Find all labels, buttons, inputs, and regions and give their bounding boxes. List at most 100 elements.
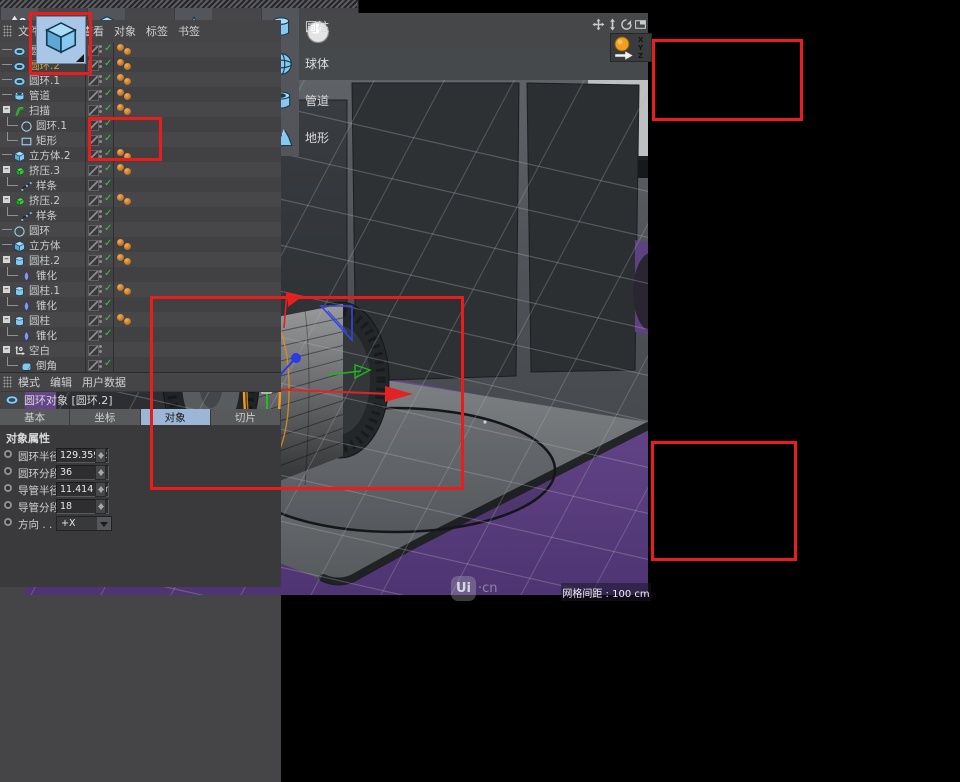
material-tag-icon[interactable] bbox=[117, 89, 124, 96]
viewport-rotate-icon[interactable] bbox=[620, 16, 633, 29]
tab-坐标[interactable]: 坐标 bbox=[70, 409, 140, 425]
visibility-dots[interactable] bbox=[99, 210, 103, 219]
enabled-check-icon[interactable]: ✓ bbox=[104, 208, 112, 219]
visibility-dots[interactable] bbox=[99, 120, 103, 129]
material-tag-icon[interactable] bbox=[117, 149, 124, 156]
am-menu-用户数据[interactable]: 用户数据 bbox=[82, 374, 126, 390]
enabled-check-icon[interactable]: ✓ bbox=[104, 178, 112, 189]
material-tag-icon[interactable] bbox=[117, 254, 124, 261]
visibility-dots[interactable] bbox=[99, 165, 103, 174]
layer-chip[interactable] bbox=[88, 165, 99, 176]
object-row-立方体.2[interactable]: 立方体.2✓ bbox=[0, 147, 281, 162]
layer-chip[interactable] bbox=[88, 360, 99, 371]
panel-grip-icon[interactable] bbox=[3, 25, 12, 37]
material-tag-icon[interactable] bbox=[124, 258, 131, 265]
enabled-check-icon[interactable]: ✓ bbox=[104, 58, 112, 69]
material-tag-icon[interactable] bbox=[117, 44, 124, 51]
layer-chip[interactable] bbox=[88, 210, 99, 221]
object-row-空白[interactable]: –0空白 bbox=[0, 342, 281, 357]
coordinate-system-widget[interactable]: X Y Z bbox=[610, 33, 652, 62]
object-label[interactable]: 圆环.1 bbox=[29, 73, 60, 88]
object-row-扫描[interactable]: –扫描✓ bbox=[0, 102, 281, 117]
enabled-check-icon[interactable]: ✓ bbox=[104, 148, 112, 159]
visibility-dots[interactable] bbox=[99, 225, 103, 234]
layer-chip[interactable] bbox=[88, 315, 99, 326]
chevron-down-icon[interactable] bbox=[97, 517, 111, 530]
layer-chip[interactable] bbox=[88, 135, 99, 146]
layer-chip[interactable] bbox=[88, 300, 99, 311]
visibility-dots[interactable] bbox=[99, 345, 103, 354]
object-label[interactable]: 圆环 bbox=[29, 223, 50, 238]
visibility-dots[interactable] bbox=[99, 150, 103, 159]
object-label[interactable]: 锥化 bbox=[36, 298, 57, 313]
viewport-maximize-icon[interactable] bbox=[634, 16, 647, 29]
primitive-cube-tool-button[interactable] bbox=[36, 16, 86, 64]
layer-chip[interactable] bbox=[88, 45, 99, 56]
expand-toggle-icon[interactable]: – bbox=[2, 165, 11, 174]
object-row-样条[interactable]: 样条 ✓ bbox=[0, 177, 281, 192]
material-tag-icon[interactable] bbox=[117, 314, 124, 321]
enabled-check-icon[interactable]: ✓ bbox=[104, 253, 112, 264]
object-row-样条[interactable]: 样条 ✓ bbox=[0, 207, 281, 222]
material-tag-icon[interactable] bbox=[117, 194, 124, 201]
object-row-倒角[interactable]: 倒角✓ bbox=[0, 357, 281, 372]
object-row-圆环.1[interactable]: 圆环.1✓ bbox=[0, 72, 281, 87]
object-label[interactable]: 扫描 bbox=[29, 103, 50, 118]
keyframe-radio[interactable] bbox=[4, 518, 12, 526]
visibility-dots[interactable] bbox=[99, 285, 103, 294]
layer-chip[interactable] bbox=[88, 120, 99, 131]
material-tag-icon[interactable] bbox=[124, 288, 131, 295]
layer-chip[interactable] bbox=[88, 270, 99, 281]
expand-toggle-icon[interactable]: – bbox=[2, 315, 11, 324]
object-row-立方体[interactable]: 立方体✓ bbox=[0, 237, 281, 252]
layer-chip[interactable] bbox=[88, 90, 99, 101]
layer-chip[interactable] bbox=[88, 60, 99, 71]
visibility-dots[interactable] bbox=[99, 240, 103, 249]
panel-grip-icon[interactable] bbox=[3, 376, 12, 388]
keyframe-radio[interactable] bbox=[4, 467, 12, 475]
layer-chip[interactable] bbox=[88, 225, 99, 236]
visibility-dots[interactable] bbox=[99, 270, 103, 279]
object-label[interactable]: 锥化 bbox=[36, 268, 57, 283]
object-label[interactable]: 挤压.3 bbox=[29, 163, 60, 178]
layer-chip[interactable] bbox=[88, 75, 99, 86]
object-label[interactable]: 圆柱 bbox=[29, 313, 50, 328]
object-row-圆环.1[interactable]: 圆环.1✓ bbox=[0, 117, 281, 132]
am-menu-模式[interactable]: 模式 bbox=[18, 374, 40, 390]
object-row-挤压.2[interactable]: –挤压.2✓ bbox=[0, 192, 281, 207]
visibility-dots[interactable] bbox=[99, 360, 103, 369]
visibility-dots[interactable] bbox=[99, 135, 103, 144]
material-tag-icon[interactable] bbox=[124, 108, 131, 115]
material-tag-icon[interactable] bbox=[124, 63, 131, 70]
enabled-check-icon[interactable]: ✓ bbox=[104, 43, 112, 54]
object-row-挤压.3[interactable]: –挤压.3✓ bbox=[0, 162, 281, 177]
material-tag-icon[interactable] bbox=[124, 198, 131, 205]
material-tag-icon[interactable] bbox=[124, 168, 131, 175]
enabled-check-icon[interactable]: ✓ bbox=[104, 313, 112, 324]
object-label[interactable]: 圆柱.2 bbox=[29, 253, 60, 268]
enabled-check-icon[interactable]: ✓ bbox=[104, 133, 112, 144]
object-label[interactable]: 样条 bbox=[36, 208, 57, 223]
layer-chip[interactable] bbox=[88, 180, 99, 191]
material-tag-icon[interactable] bbox=[124, 153, 131, 160]
object-label[interactable]: 管道 bbox=[29, 88, 50, 103]
material-tag-icon[interactable] bbox=[117, 239, 124, 246]
material-tag-icon[interactable] bbox=[124, 48, 131, 55]
object-row-管道[interactable]: 管道✓ bbox=[0, 87, 281, 102]
material-tag-icon[interactable] bbox=[124, 318, 131, 325]
menu-tearoff-handle[interactable] bbox=[0, 0, 357, 8]
viewport-pan-icon[interactable] bbox=[592, 16, 605, 29]
object-label[interactable]: 立方体 bbox=[29, 238, 61, 253]
material-tag-icon[interactable] bbox=[117, 284, 124, 291]
object-row-锥化[interactable]: 锥化✓ bbox=[0, 267, 281, 282]
material-tag-icon[interactable] bbox=[124, 93, 131, 100]
object-row-锥化[interactable]: 锥化 ✓ bbox=[0, 297, 281, 312]
layer-chip[interactable] bbox=[88, 195, 99, 206]
object-label[interactable]: 样条 bbox=[36, 178, 57, 193]
enabled-check-icon[interactable]: ✓ bbox=[104, 298, 112, 309]
visibility-dots[interactable] bbox=[99, 90, 103, 99]
enabled-check-icon[interactable]: ✓ bbox=[104, 358, 112, 369]
enabled-check-icon[interactable]: ✓ bbox=[104, 283, 112, 294]
expand-toggle-icon[interactable]: – bbox=[2, 195, 11, 204]
enabled-check-icon[interactable]: ✓ bbox=[104, 223, 112, 234]
